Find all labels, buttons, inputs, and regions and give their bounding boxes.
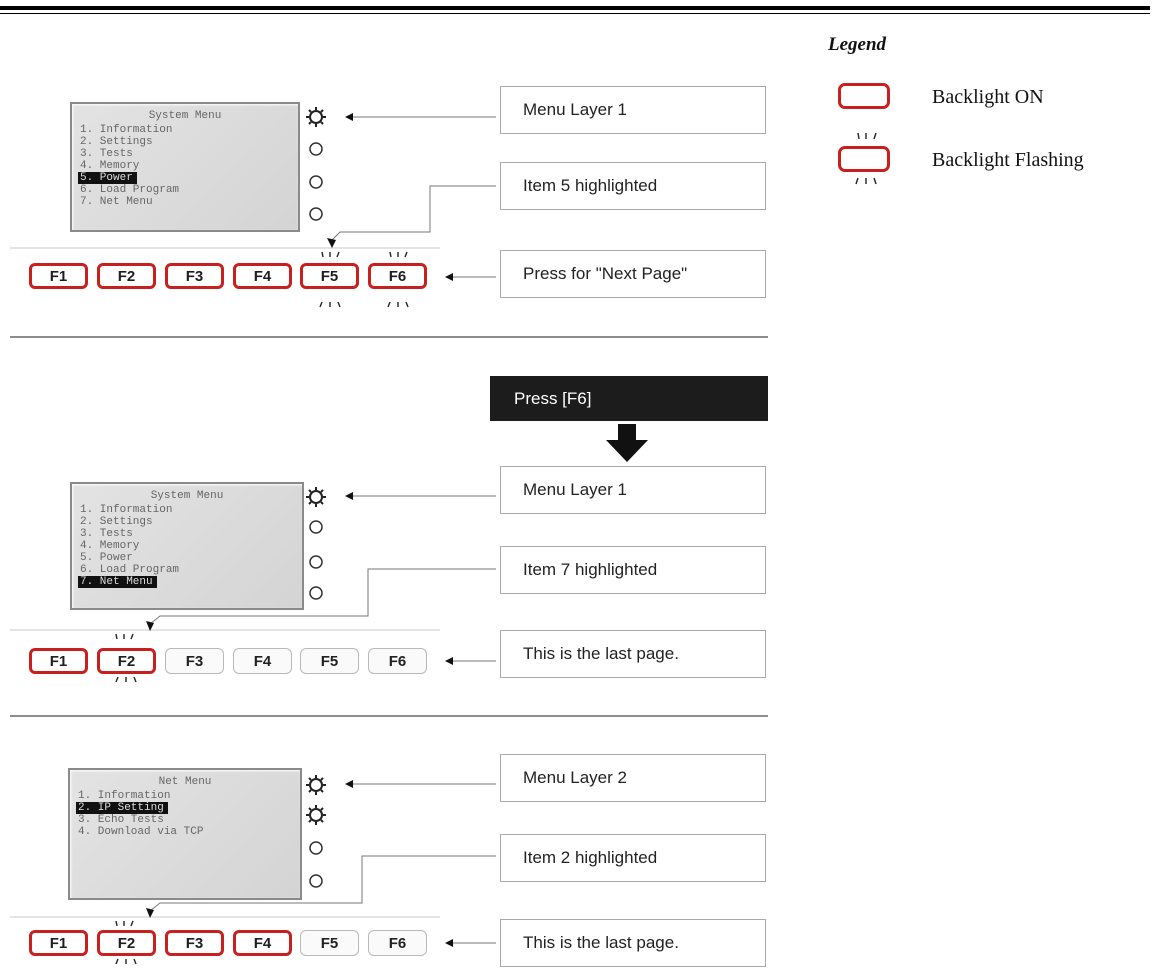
flash-marks-icon [115, 633, 137, 683]
led-off-icon [309, 207, 323, 221]
flash-marks-icon [115, 920, 137, 965]
led-on-icon [306, 775, 326, 795]
led-off-icon [309, 175, 323, 189]
diagram-overlay [10, 107, 877, 965]
flash-marks-icon [319, 251, 409, 308]
led-off-icon [309, 874, 323, 888]
led-off-icon [309, 142, 323, 156]
connector-line [149, 855, 496, 912]
led-off-icon [309, 555, 323, 569]
connector-line [331, 185, 496, 241]
led-on-icon [306, 107, 326, 127]
led-on-icon [306, 805, 326, 825]
led-off-icon [309, 520, 323, 534]
connector-line [149, 568, 496, 625]
down-arrow-icon [606, 424, 648, 462]
led-off-icon [309, 586, 323, 600]
flash-marks-icon [855, 132, 877, 185]
pointer-arrow-icon [327, 238, 336, 248]
led-on-icon [306, 487, 326, 507]
led-off-icon [309, 841, 323, 855]
